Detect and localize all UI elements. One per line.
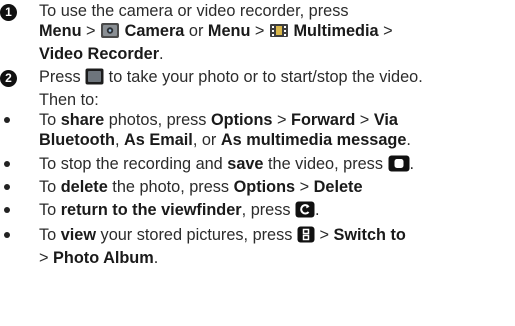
step-1-line-3: Video Recorder.	[39, 45, 164, 63]
back-key-icon	[295, 201, 315, 223]
bullet-icon	[4, 117, 10, 123]
step-1-line-2: Menu > Camera or Menu > Multimedia >	[39, 21, 511, 44]
bullet-icon	[4, 232, 10, 238]
camera-app-icon	[100, 22, 120, 44]
step-number-badge: 1	[0, 1, 18, 21]
step-1-line-1: To use the camera or video recorder, pre…	[39, 2, 349, 20]
menu-key-icon	[297, 226, 315, 248]
bullet-icon	[4, 184, 10, 190]
step-2-line-2: Then to:	[39, 91, 99, 109]
step-number-badge: 2	[0, 67, 18, 87]
bullet-icon	[4, 207, 10, 213]
stop-record-key-icon	[388, 155, 410, 177]
step-2-line-1: Press to take your photo or to start/sto…	[39, 67, 511, 90]
multimedia-app-icon	[269, 22, 289, 44]
bullet-icon	[4, 161, 10, 167]
capture-key-icon	[85, 68, 104, 90]
